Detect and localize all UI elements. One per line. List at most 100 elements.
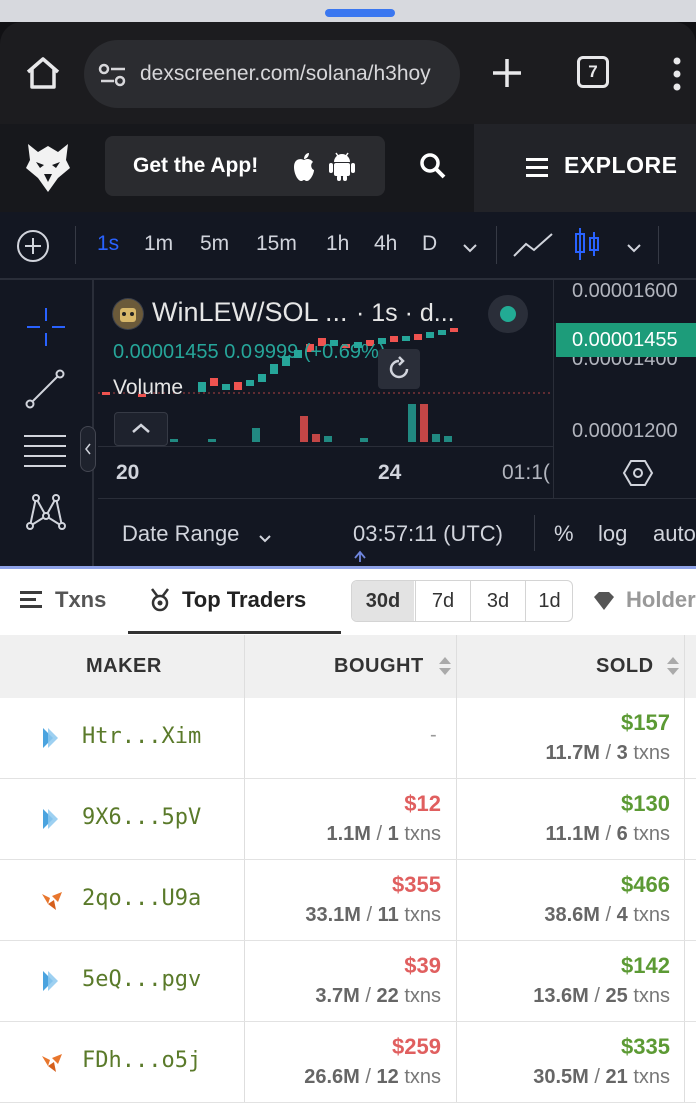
txns-word: txns [404, 823, 441, 845]
sold-txn-count: 4 [616, 904, 628, 926]
explore-button[interactable]: EXPLORE [474, 124, 696, 212]
percent-toggle[interactable]: % [554, 521, 574, 547]
tab-switcher-button[interactable]: 7 [577, 56, 609, 88]
table-row[interactable]: 5eQ...pgv $39 3.7M / 22 txns $142 13.6M / 25… [0, 941, 696, 1022]
crosshair-icon[interactable] [25, 306, 67, 348]
table-row[interactable]: Htr...Xim - $157 11.7M / 3 txns [0, 698, 696, 779]
trades-panel: Txns Top Traders 30d 7d 3d 1d Holder MAK… [0, 569, 696, 1103]
sort-icon[interactable] [666, 655, 680, 677]
column-sold[interactable]: SOLD [596, 655, 654, 678]
bought-txn-count: 11 [377, 904, 399, 926]
hamburger-icon [526, 157, 550, 179]
phantom-icon [40, 807, 64, 831]
timeframe-dropdown-icon[interactable] [462, 240, 478, 253]
column-divider [244, 698, 245, 778]
sort-icon[interactable] [438, 655, 452, 677]
txns-word: txns [633, 742, 670, 764]
reload-icon[interactable] [378, 349, 420, 389]
sold-txn-count: 3 [616, 742, 628, 764]
bought-tokens: 33.1M [305, 904, 361, 926]
home-icon[interactable] [24, 54, 62, 92]
dexscreener-logo[interactable] [22, 138, 74, 196]
period-1d[interactable]: 1d [525, 581, 572, 621]
sold-detail: 30.5M / 21 txns [533, 1066, 670, 1088]
timeframe-1m[interactable]: 1m [144, 232, 173, 256]
column-bought[interactable]: BOUGHT [334, 655, 424, 678]
bought-usd: $355 [392, 872, 441, 897]
period-7d[interactable]: 7d [415, 581, 470, 621]
sold-txn-count: 21 [605, 1066, 628, 1088]
candlestick-icon[interactable] [572, 226, 602, 262]
timeframe-15m[interactable]: 15m [256, 232, 297, 256]
column-divider [244, 1022, 245, 1102]
maker-address[interactable]: FDh...o5j [82, 1048, 201, 1073]
ohlc-values: 0.00001455 0.0 9999 (+0.69%) [113, 341, 386, 363]
timeframe-5m[interactable]: 5m [200, 232, 229, 256]
url-text[interactable]: dexscreener.com/solana/h3hoy [140, 62, 431, 86]
fib-retracement-icon[interactable] [22, 430, 68, 470]
volume-label: Volume [113, 376, 184, 399]
sold-usd: $142 [621, 953, 670, 978]
chart-toolbar: 1s 1m 5m 15m 1h 4h D [0, 212, 696, 280]
table-row[interactable]: FDh...o5j $259 26.6M / 12 txns $335 30.5M / … [0, 1022, 696, 1103]
status-indicator [488, 295, 528, 333]
time-axis[interactable]: 20 24 01:1( [98, 446, 554, 499]
sold-detail: 38.6M / 4 txns [544, 904, 670, 926]
bought-tokens: 1.1M [326, 823, 371, 845]
price-label: 0.00001200 [572, 420, 678, 442]
tab-txns[interactable]: Txns [55, 587, 106, 613]
pair-title[interactable]: WinLEW/SOL ... [152, 297, 348, 328]
bought-detail: 33.1M / 11 txns [305, 904, 441, 926]
sold-usd: $335 [621, 1034, 670, 1059]
time-label: 20 [116, 461, 140, 484]
add-indicator-icon[interactable] [16, 229, 50, 263]
maker-address[interactable]: Htr...Xim [82, 724, 201, 749]
bought-txn-count: 1 [387, 823, 399, 845]
get-app-button[interactable]: Get the App! [105, 136, 385, 196]
bottom-bar-separator [534, 515, 535, 551]
time-label: 24 [378, 461, 402, 484]
table-row[interactable]: 9X6...5pV $12 1.1M / 1 txns $130 11.1M / 6 t… [0, 779, 696, 860]
search-icon[interactable] [419, 152, 447, 180]
auto-toggle[interactable]: auto [653, 521, 696, 547]
more-menu-icon[interactable] [672, 56, 682, 92]
sold-tokens: 38.6M [544, 904, 600, 926]
tab-holders[interactable]: Holder [626, 587, 696, 613]
timeframe-d[interactable]: D [422, 232, 437, 256]
collapse-legend-button[interactable] [114, 412, 168, 446]
period-3d[interactable]: 3d [470, 581, 525, 621]
sold-usd: $466 [621, 872, 670, 897]
maker-address[interactable]: 5eQ...pgv [82, 967, 201, 992]
timeframe-4h[interactable]: 4h [374, 232, 397, 256]
maker-address[interactable]: 9X6...5pV [82, 805, 201, 830]
date-range-dropdown-icon[interactable] [258, 531, 272, 543]
site-settings-icon[interactable] [98, 62, 128, 88]
bought-txn-count: 22 [376, 985, 399, 1007]
bought-detail: 26.6M / 12 txns [304, 1066, 441, 1088]
period-30d[interactable]: 30d [352, 581, 414, 621]
trend-line-icon[interactable] [24, 368, 66, 410]
pattern-tool-icon[interactable] [24, 492, 68, 532]
utc-clock[interactable]: 03:57:11 (UTC) [353, 521, 503, 547]
column-divider [244, 941, 245, 1021]
metamask-icon [40, 888, 64, 912]
tab-top-traders[interactable]: Top Traders [182, 587, 306, 613]
txns-word: txns [633, 823, 670, 845]
collapse-tools-icon[interactable] [80, 426, 96, 472]
date-range-button[interactable]: Date Range [122, 521, 239, 547]
phantom-icon [40, 726, 64, 750]
chart-settings-icon[interactable] [622, 458, 654, 488]
table-row[interactable]: 2qo...U9a $355 33.1M / 11 txns $466 38.6M / … [0, 860, 696, 941]
maker-address[interactable]: 2qo...U9a [82, 886, 201, 911]
line-chart-icon[interactable] [512, 230, 554, 260]
timeframe-1h[interactable]: 1h [326, 232, 349, 256]
drawing-tools-panel [0, 280, 96, 568]
timeframe-1s[interactable]: 1s [97, 232, 119, 256]
log-toggle[interactable]: log [598, 521, 627, 547]
new-tab-icon[interactable] [490, 56, 524, 90]
toolbar-separator [658, 226, 659, 264]
diamond-icon [592, 591, 616, 611]
chart-type-dropdown-icon[interactable] [626, 240, 642, 253]
column-divider [244, 860, 245, 940]
sold-usd: $157 [621, 710, 670, 735]
